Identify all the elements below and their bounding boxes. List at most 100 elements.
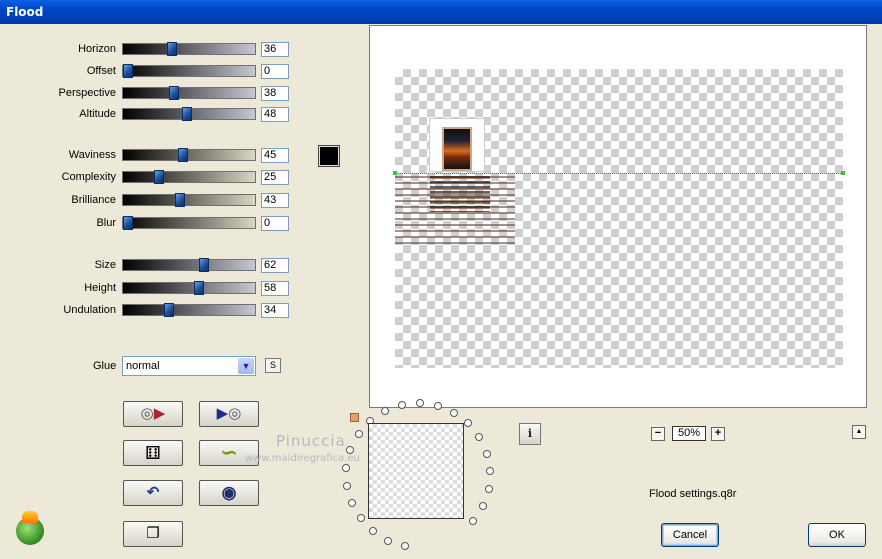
reset-button[interactable]: ◎▶ (123, 401, 183, 427)
slider-thumb[interactable] (153, 170, 164, 184)
slider-label: Horizon (78, 43, 116, 55)
slider-thumb[interactable] (198, 258, 209, 272)
dial-dot[interactable] (401, 541, 410, 550)
orange-marker-icon (350, 413, 359, 422)
slider-track-size[interactable] (122, 258, 256, 272)
dial-dot[interactable] (381, 406, 390, 415)
slider-track-brilliance[interactable] (122, 193, 256, 207)
slider-track-complexity[interactable] (122, 170, 256, 184)
chevron-up-icon[interactable]: ▲ (852, 425, 866, 439)
slider-value-field[interactable]: 43 (261, 193, 289, 208)
slider-row-offset: Offset 0 (0, 64, 300, 80)
slider-label: Complexity (61, 171, 116, 183)
slider-track-waviness[interactable] (122, 148, 256, 162)
copy-button[interactable]: ❐ (123, 521, 183, 547)
slider-track-perspective[interactable] (122, 86, 256, 100)
slider-thumb[interactable] (166, 42, 177, 56)
dial-dot[interactable] (485, 467, 494, 476)
dial-dot[interactable] (433, 401, 442, 410)
random-button[interactable]: ⚅ (123, 440, 183, 466)
zoom-value: 50% (672, 426, 706, 441)
preview-pane[interactable] (369, 25, 867, 408)
dial-dot[interactable] (469, 517, 478, 526)
slider-value-field[interactable]: 34 (261, 303, 289, 318)
slider-row-blur: Blur 0 (0, 216, 300, 232)
slider-value-field[interactable]: 45 (261, 148, 289, 163)
slider-thumb[interactable] (123, 216, 133, 230)
slider-thumb[interactable] (169, 86, 180, 100)
glue-select[interactable]: normal ▼ (122, 356, 256, 376)
slider-thumb[interactable] (175, 193, 186, 207)
circle-icon: ◉ (221, 483, 237, 502)
slider-row-complexity: Complexity 25 (0, 170, 300, 186)
dial-dot[interactable] (484, 485, 493, 494)
color-swatch[interactable] (318, 145, 340, 167)
slider-track-offset[interactable] (122, 64, 256, 78)
dial-dot[interactable] (478, 502, 487, 511)
slider-track-blur[interactable] (122, 216, 256, 230)
horizon-line[interactable] (395, 173, 843, 174)
dial-dot[interactable] (415, 399, 424, 408)
slider-row-waviness: Waviness 45 (0, 148, 300, 164)
slider-track-undulation[interactable] (122, 303, 256, 317)
slider-value-field[interactable]: 58 (261, 281, 289, 296)
glue-label: Glue (93, 360, 117, 372)
dial-dot[interactable] (397, 400, 406, 409)
undo-arrow-icon: ↶ (146, 484, 160, 501)
slider-row-perspective: Perspective 38 (0, 86, 300, 102)
stop-button[interactable]: ◉ (199, 480, 259, 506)
dial-dot[interactable] (384, 536, 393, 545)
slider-row-height: Height 58 (0, 281, 300, 297)
horizon-handle-right[interactable] (841, 171, 845, 175)
slider-thumb[interactable] (123, 64, 133, 78)
glue-s-button[interactable]: S (265, 358, 281, 373)
slider-value-field[interactable]: 25 (261, 170, 289, 185)
dial-dot[interactable] (475, 433, 484, 442)
slider-row-horizon: Horizon 36 (0, 42, 300, 58)
slider-label: Offset (86, 65, 116, 77)
dial-dot[interactable] (482, 449, 491, 458)
glue-select-value: normal (126, 360, 160, 372)
slider-row-brilliance: Brilliance 43 (0, 193, 300, 209)
flood-reflection-core (430, 176, 490, 212)
slider-thumb[interactable] (193, 281, 204, 295)
dial-dot[interactable] (342, 481, 351, 490)
slider-value-field[interactable]: 62 (261, 258, 289, 273)
dial-dot[interactable] (354, 430, 363, 439)
slider-label: Perspective (58, 87, 116, 99)
zoom-in-button[interactable]: + (711, 427, 725, 441)
slider-label: Size (94, 259, 116, 271)
slider-value-field[interactable]: 36 (261, 42, 289, 57)
zoom-out-button[interactable]: − (651, 427, 665, 441)
source-image (429, 118, 485, 172)
horizon-handle-left[interactable] (393, 171, 397, 175)
dial-dot[interactable] (464, 419, 473, 428)
info-button[interactable]: i (519, 423, 541, 445)
slider-row-size: Size 62 (0, 258, 300, 274)
slider-track-height[interactable] (122, 281, 256, 295)
dial-dot[interactable] (342, 463, 351, 472)
dial-dot[interactable] (356, 514, 365, 523)
slider-value-field[interactable]: 48 (261, 107, 289, 122)
undo-button[interactable]: ↶ (123, 480, 183, 506)
dial-dot[interactable] (347, 498, 356, 507)
cancel-button[interactable]: Cancel (661, 523, 719, 547)
slider-thumb[interactable] (177, 148, 188, 162)
slider-value-field[interactable]: 38 (261, 86, 289, 101)
chevron-down-icon[interactable]: ▼ (238, 358, 254, 374)
slider-track-horizon[interactable] (122, 42, 256, 56)
slider-label: Brilliance (71, 194, 116, 206)
slider-thumb[interactable] (181, 107, 192, 121)
slider-value-field[interactable]: 0 (261, 216, 289, 231)
slider-thumb[interactable] (164, 303, 175, 317)
play-disc-icon: ▶◎ (216, 405, 242, 422)
sunset-door-image (442, 127, 472, 171)
dial-dot[interactable] (450, 408, 458, 417)
slider-value-field[interactable]: 0 (261, 64, 289, 79)
thumbnail-preview[interactable] (368, 423, 464, 519)
slider-track-altitude[interactable] (122, 107, 256, 121)
slider-label: Height (84, 282, 116, 294)
ok-button[interactable]: OK (808, 523, 866, 547)
dial-dot[interactable] (369, 527, 378, 536)
play-button[interactable]: ▶◎ (199, 401, 259, 427)
